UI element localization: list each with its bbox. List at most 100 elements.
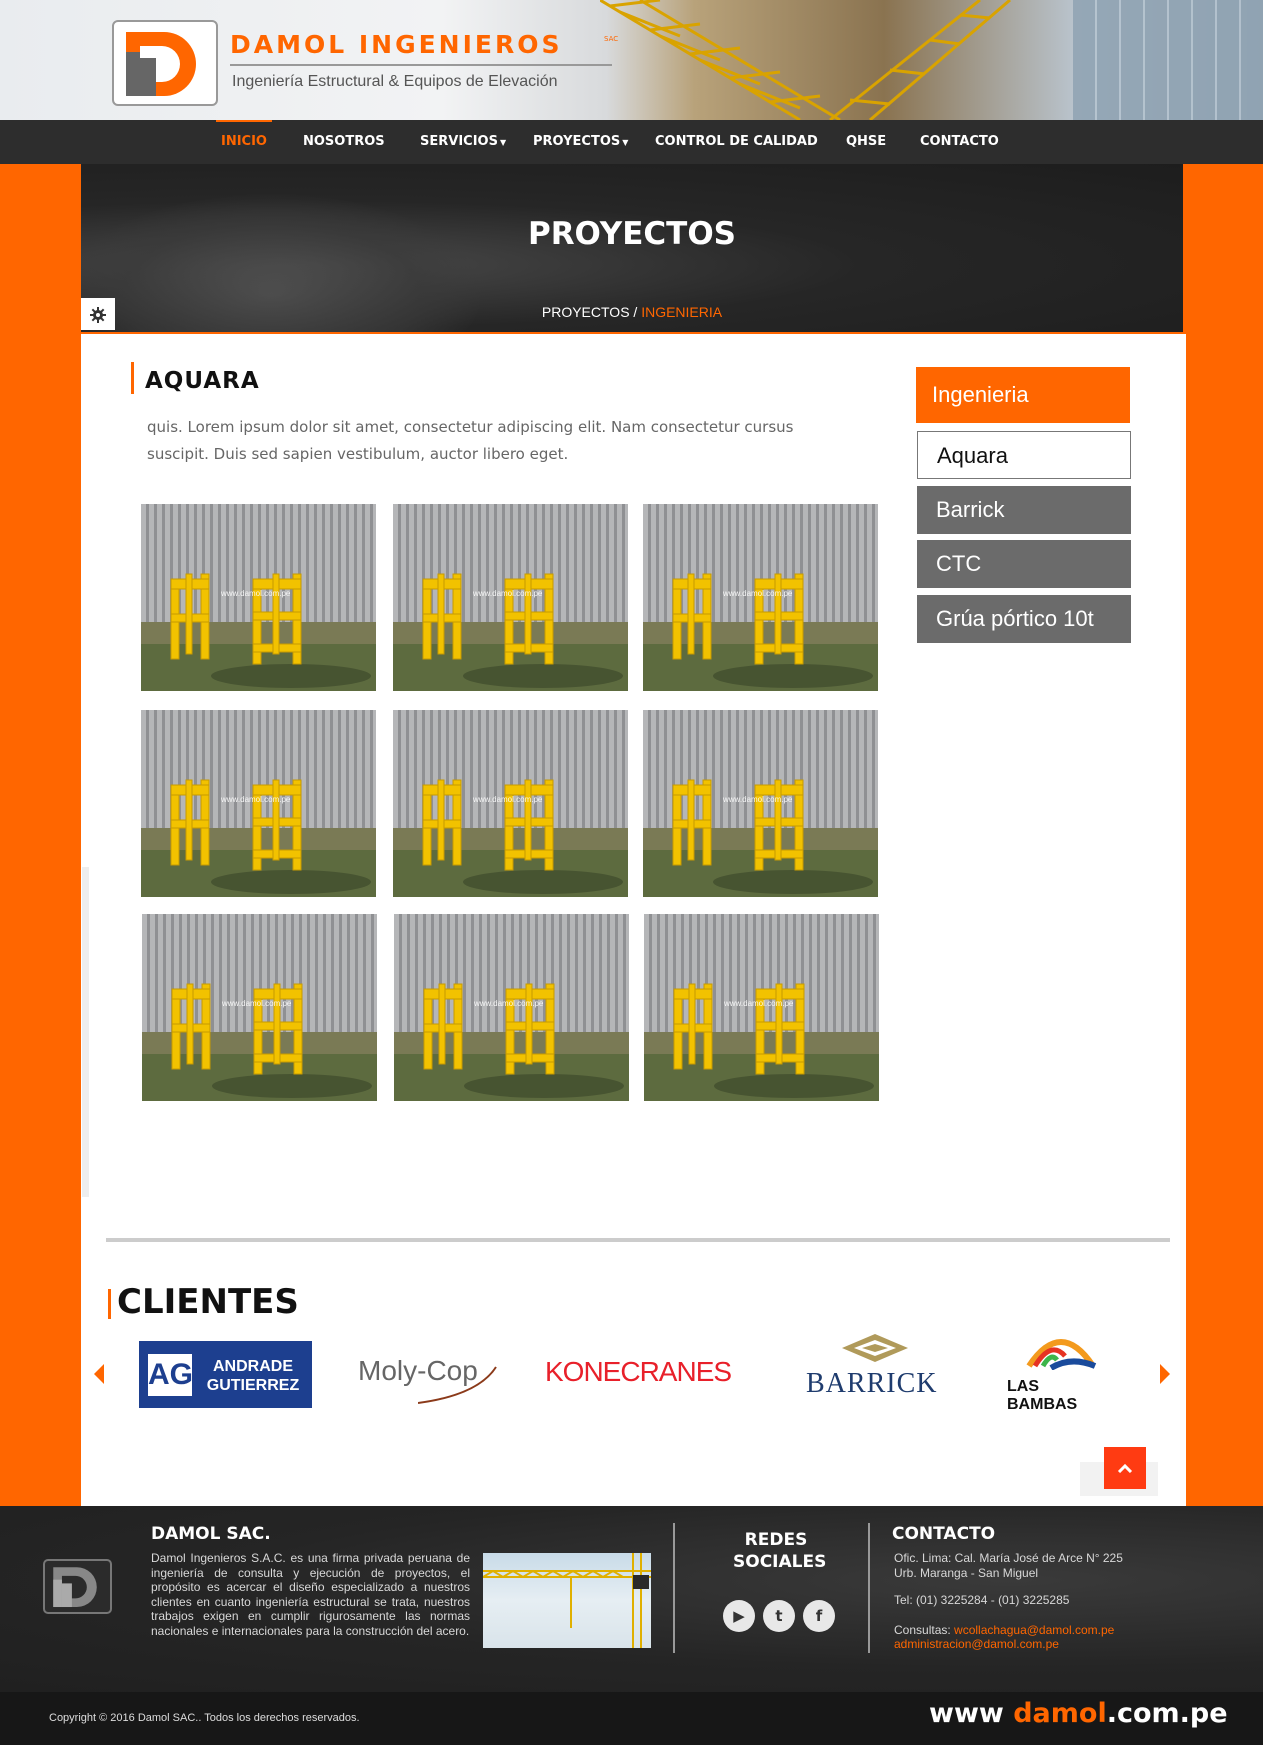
footer-contact-title: CONTACTO <box>892 1524 996 1544</box>
sidebar-heading: Ingenieria <box>916 367 1130 423</box>
site-url[interactable]: www damol.com.pe <box>929 1698 1228 1729</box>
gallery-thumbnail[interactable]: www.damol.com.pe <box>644 914 879 1101</box>
email-link-1[interactable]: wcollachagua@damol.com.pe <box>954 1623 1114 1637</box>
brand-divider <box>230 64 612 66</box>
brand-sac: SAC <box>604 35 619 43</box>
barrick-mark-icon <box>842 1334 908 1362</box>
breadcrumb-separator: / <box>629 304 642 320</box>
nav-nosotros[interactable]: NOSOTROS <box>303 120 385 164</box>
url-suffix: .com.pe <box>1106 1698 1228 1729</box>
nav-control-de-calidad[interactable]: CONTROL DE CALIDAD <box>655 120 818 164</box>
client-logo-las-bambas[interactable]: LAS BAMBAS <box>1001 1323 1111 1413</box>
nav-label: CONTACTO <box>920 134 999 149</box>
clients-title: CLIENTES <box>117 1282 299 1322</box>
facebook-icon[interactable]: f <box>803 1600 835 1632</box>
watermark: www.damol.com.pe <box>723 795 793 804</box>
youtube-icon[interactable]: ▶ <box>723 1600 755 1632</box>
nav-label: INICIO <box>221 134 267 149</box>
copyright-text: Copyright © 2016 Damol SAC.. Todos los d… <box>49 1712 360 1724</box>
watermark: www.damol.com.pe <box>221 795 291 804</box>
gallery-thumbnail[interactable]: www.damol.com.pe <box>393 504 628 691</box>
sidebar-item-barrick[interactable]: Barrick <box>917 486 1131 534</box>
footer-address-1: Ofic. Lima: Cal. María José de Arce N° 2… <box>894 1551 1123 1565</box>
chevron-down-icon: ▼ <box>499 138 507 147</box>
twitter-icon[interactable]: t <box>763 1600 795 1632</box>
brand-name: DAMOL INGENIEROS <box>230 30 563 59</box>
gallery-thumbnail[interactable]: www.damol.com.pe <box>142 914 377 1101</box>
back-to-top-button[interactable] <box>1104 1447 1146 1489</box>
footer-divider <box>868 1523 870 1653</box>
settings-button[interactable] <box>81 298 115 330</box>
title-accent <box>131 362 134 394</box>
client-logo-barrick[interactable]: BARRICK <box>806 1328 944 1400</box>
carousel-next-button[interactable] <box>1160 1364 1170 1384</box>
url-prefix: www <box>929 1698 1014 1729</box>
project-description: quis. Lorem ipsum dolor sit amet, consec… <box>147 418 794 463</box>
footer-divider <box>673 1523 675 1653</box>
watermark: www.damol.com.pe <box>723 589 793 598</box>
gallery-thumbnail[interactable]: www.damol.com.pe <box>141 504 376 691</box>
nav-qhse[interactable]: QHSE <box>846 120 886 164</box>
page-banner: PROYECTOS PROYECTOS / INGENIERIA <box>81 164 1183 332</box>
sidebar-item-ctc[interactable]: CTC <box>917 540 1131 588</box>
damol-logo[interactable] <box>112 20 218 106</box>
email-link-2[interactable]: administracion@damol.com.pe <box>894 1637 1059 1651</box>
molycop-swoosh-icon <box>418 1366 497 1404</box>
gallery-thumbnail[interactable]: www.damol.com.pe <box>394 914 629 1101</box>
client-line-2: GUTIERREZ <box>206 1377 300 1394</box>
footer-phone: Tel: (01) 3225284 - (01) 3225285 <box>894 1593 1070 1607</box>
las-bambas-mark-icon <box>1026 1339 1097 1370</box>
footer-email-2: administracion@damol.com.pe <box>894 1637 1059 1652</box>
client-logo-andrade-gutierrez[interactable]: AG ANDRADE GUTIERREZ <box>139 1341 312 1408</box>
consult-label: Consultas: <box>894 1623 955 1637</box>
client-logo-konecranes[interactable]: KONECRANES <box>545 1356 751 1396</box>
footer-crane-photo <box>483 1553 651 1648</box>
gallery-thumbnail[interactable]: www.damol.com.pe <box>393 710 628 897</box>
chevron-up-icon <box>1117 1463 1133 1474</box>
watermark: www.damol.com.pe <box>221 589 291 598</box>
nav-proyectos[interactable]: PROYECTOS ▼ <box>533 120 628 164</box>
logo-mark-icon <box>53 1567 97 1608</box>
page-title: PROYECTOS <box>527 216 737 252</box>
social-title-line-2: SOCIALES <box>733 1552 827 1572</box>
url-brand: damol <box>1013 1698 1107 1729</box>
sidebar-item-aquara[interactable]: Aquara <box>917 431 1131 479</box>
client-label: KONECRANES <box>545 1356 732 1387</box>
footer-about-title: DAMOL SAC. <box>151 1524 271 1544</box>
carousel-prev-button[interactable] <box>94 1364 104 1384</box>
nav-servicios[interactable]: SERVICIOS ▼ <box>420 120 506 164</box>
client-label: BARRICK <box>806 1368 938 1399</box>
brand-tagline: Ingeniería Estructural & Equipos de Elev… <box>232 73 558 90</box>
breadcrumb: PROYECTOS / INGENIERIA <box>81 304 1183 320</box>
crane-photo-image <box>483 1553 651 1648</box>
gallery-thumbnail[interactable]: www.damol.com.pe <box>643 504 878 691</box>
nav-contacto[interactable]: CONTACTO <box>920 120 999 164</box>
social-title-line-1: REDES <box>744 1530 808 1550</box>
sidebar-item-grua-portico[interactable]: Grúa pórtico 10t <box>917 595 1131 643</box>
watermark: www.damol.com.pe <box>473 795 543 804</box>
logo-mark-icon <box>126 32 196 96</box>
gallery-thumbnail[interactable]: www.damol.com.pe <box>643 710 878 897</box>
client-label: ANDRADE GUTIERREZ <box>198 1357 308 1395</box>
watermark: www.damol.com.pe <box>724 999 794 1008</box>
crane-decoration <box>600 0 1011 120</box>
building-glass-decoration <box>1073 0 1263 120</box>
nav-inicio[interactable]: INICIO <box>216 120 272 164</box>
breadcrumb-current: INGENIERIA <box>641 304 723 320</box>
main-navigation: INICIO NOSOTROS SERVICIOS ▼ PROYECTOS ▼ CO… <box>0 120 1263 164</box>
nav-label: PROYECTOS <box>533 134 621 149</box>
breadcrumb-root[interactable]: PROYECTOS <box>542 304 630 320</box>
footer-logo[interactable] <box>43 1559 112 1614</box>
watermark: www.damol.com.pe <box>222 999 292 1008</box>
gallery-thumbnail[interactable]: www.damol.com.pe <box>141 710 376 897</box>
watermark: www.damol.com.pe <box>474 999 544 1008</box>
footer-social-title: REDES SOCIALES <box>733 1529 827 1573</box>
nav-label: NOSOTROS <box>303 134 385 149</box>
watermark: www.damol.com.pe <box>473 589 543 598</box>
client-logo-molycop[interactable]: Moly-Cop <box>358 1355 518 1415</box>
footer-consult: Consultas: wcollachagua@damol.com.pe <box>894 1623 1114 1638</box>
clients-accent <box>108 1289 111 1319</box>
section-divider <box>106 1238 1170 1242</box>
client-line-1: ANDRADE <box>213 1358 293 1375</box>
project-title: AQUARA <box>145 368 260 394</box>
